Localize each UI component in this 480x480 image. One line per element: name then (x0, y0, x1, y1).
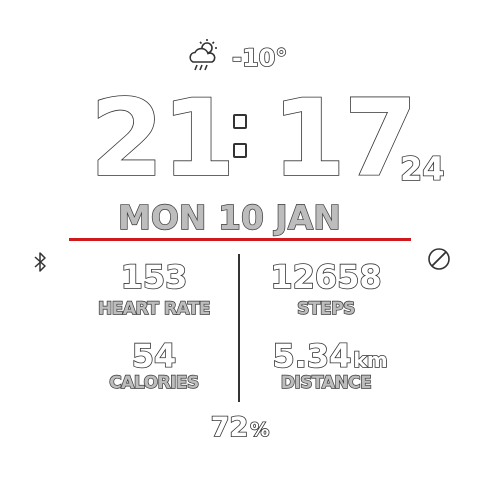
calories-value: 54 (131, 336, 177, 376)
vertical-divider (238, 254, 240, 402)
time-colon-bottom (233, 143, 247, 158)
time-colon-top (233, 114, 247, 129)
steps-label: STEPS (296, 298, 356, 319)
partly-cloudy-rain-icon (189, 39, 217, 71)
calories-label: CALORIES (109, 372, 200, 393)
distance-row: 5.34 km (260, 336, 400, 376)
heart-rate-label: HEART RATE (97, 298, 211, 319)
time-seconds: 24 (399, 149, 445, 189)
distance-label: DISTANCE (280, 372, 372, 393)
divider-line (69, 238, 411, 241)
battery-unit: % (249, 418, 270, 442)
temperature: -10° (231, 43, 288, 73)
heart-rate-value: 153 (120, 257, 188, 297)
bluetooth-icon (34, 252, 46, 272)
battery-value: 72 (210, 411, 249, 444)
steps-value: 12658 (270, 257, 383, 297)
time-minutes: 17 (271, 77, 418, 200)
date: MON 10 JAN (117, 197, 341, 237)
time-hours: 21 (89, 77, 236, 200)
battery: 72% (200, 411, 280, 444)
distance-value: 5.34 (272, 336, 353, 376)
do-not-disturb-icon (428, 248, 450, 270)
distance-unit: km (353, 347, 389, 373)
